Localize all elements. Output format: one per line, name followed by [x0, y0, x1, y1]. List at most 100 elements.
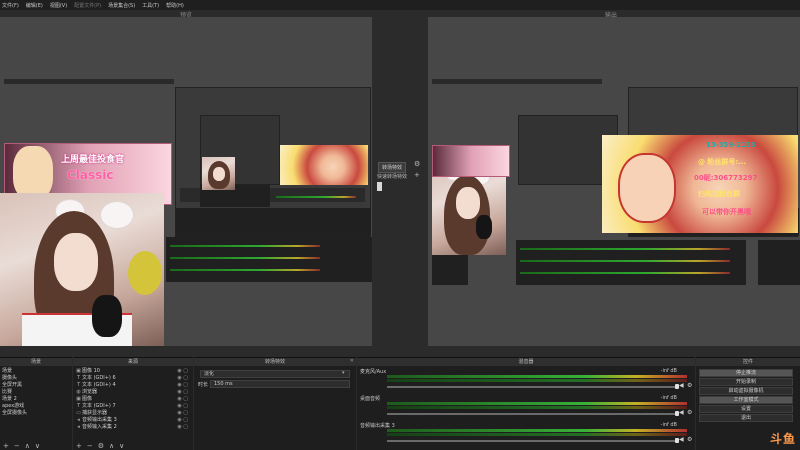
- exit-button[interactable]: 退出: [699, 414, 793, 422]
- menu-help[interactable]: 帮助(H): [166, 2, 184, 9]
- mixer-channel-name: 桌面音频: [360, 396, 381, 402]
- eye-lock-icon[interactable]: ◉ ▢: [177, 375, 188, 382]
- source-properties-button[interactable]: ⚙: [98, 442, 104, 450]
- volume-meter: [387, 433, 687, 436]
- scene-item[interactable]: 比赛: [2, 389, 12, 396]
- source-item[interactable]: ▣图像 10 ◉ ▢: [75, 368, 191, 375]
- menu-bar: 文件(F) 编辑(E) 视图(V) 配置文件(P) 场景集合(S) 工具(T) …: [0, 0, 800, 10]
- menu-scene-collection[interactable]: 场景集合(S): [108, 2, 135, 9]
- speaker-icon[interactable]: ◀: [679, 436, 684, 443]
- move-down-button[interactable]: ∨: [35, 442, 40, 450]
- anime-girl-icon: [13, 146, 53, 200]
- remove-scene-button[interactable]: −: [14, 442, 20, 450]
- scene-item[interactable]: 全屏摄像头: [2, 410, 27, 417]
- source-move-up-button[interactable]: ∧: [109, 442, 114, 450]
- eye-lock-icon[interactable]: ◉ ▢: [177, 396, 188, 403]
- transition-button[interactable]: 转场特效: [378, 162, 407, 173]
- studio-mode-button[interactable]: 工作室模式: [699, 396, 793, 404]
- sources-toolbar: + − ⚙ ∧ ∨: [73, 441, 124, 450]
- volume-meter: [387, 379, 687, 382]
- preview-canvas[interactable]: 上周最佳投食官 Classic: [0, 17, 372, 346]
- eye-lock-icon[interactable]: ◉ ▢: [177, 403, 188, 410]
- start-recording-button[interactable]: 开始录制: [699, 378, 793, 386]
- source-move-down-button[interactable]: ∨: [119, 442, 124, 450]
- eye-lock-icon[interactable]: ◉ ▢: [177, 382, 188, 389]
- menu-file[interactable]: 文件(F): [2, 2, 19, 9]
- text-icon: T: [76, 375, 81, 381]
- transition-select[interactable]: 淡化: [200, 370, 350, 378]
- eye-lock-icon[interactable]: ◉ ▢: [177, 368, 188, 375]
- remove-source-button[interactable]: −: [87, 442, 93, 450]
- gear-icon[interactable]: ⚙: [687, 436, 692, 443]
- move-up-button[interactable]: ∧: [25, 442, 30, 450]
- transition-slider[interactable]: [377, 182, 382, 191]
- scene-item[interactable]: 场景: [2, 368, 12, 375]
- scene-item[interactable]: apex游戏: [2, 403, 24, 410]
- program-webcam: [432, 165, 506, 255]
- gear-icon[interactable]: ⚙: [414, 160, 420, 168]
- mixer-channel-db: -inf dB: [660, 395, 677, 401]
- settings-button[interactable]: 设置: [699, 405, 793, 413]
- start-virtual-camera-button[interactable]: 启动虚拟摄像机: [699, 387, 793, 395]
- nested-art-small: [280, 145, 368, 185]
- source-item[interactable]: ▭捕获显示器 ◉ ▢: [75, 410, 191, 417]
- menu-edit[interactable]: 编辑(E): [26, 2, 43, 9]
- scene-item[interactable]: 场景 2: [2, 396, 17, 403]
- eye-lock-icon[interactable]: ◉ ▢: [177, 410, 188, 417]
- source-item[interactable]: T 文本 (GDI+) 6 ◉ ▢: [75, 375, 191, 382]
- eye-lock-icon[interactable]: ◉ ▢: [177, 417, 188, 424]
- volume-slider[interactable]: [387, 386, 677, 388]
- source-item[interactable]: T 文本 (GDI+) 4 ◉ ▢: [75, 382, 191, 389]
- program-nested-mixer: [516, 240, 746, 285]
- image-icon: ▣: [76, 368, 81, 374]
- speaker-icon[interactable]: ◀: [679, 382, 684, 389]
- add-transition-icon[interactable]: +: [414, 171, 420, 179]
- mixer-title: 混音器: [357, 358, 695, 366]
- scenes-title: 场景: [0, 358, 72, 366]
- duration-input[interactable]: 150 ms: [210, 380, 350, 388]
- eye-lock-icon[interactable]: ◉ ▢: [177, 424, 188, 431]
- volume-meter: [387, 406, 687, 409]
- add-source-button[interactable]: +: [76, 442, 82, 450]
- menu-profile[interactable]: 配置文件(P): [74, 2, 101, 9]
- scene-item[interactable]: 全屏开黑: [2, 382, 22, 389]
- close-icon[interactable]: ✕: [350, 358, 354, 364]
- source-item[interactable]: ◂ 音频输出采集 3 ◉ ▢: [75, 417, 191, 424]
- source-item[interactable]: ▣图像 ◉ ▢: [75, 396, 191, 403]
- menu-tools[interactable]: 工具(T): [142, 2, 159, 9]
- gear-icon[interactable]: ⚙: [687, 409, 692, 416]
- source-item[interactable]: T 文本 (GDI+) 7 ◉ ▢: [75, 403, 191, 410]
- volume-slider[interactable]: [387, 413, 677, 415]
- browser-icon: ◍: [76, 389, 81, 395]
- text-icon: T: [76, 403, 81, 409]
- controls-title: 控件: [696, 358, 800, 366]
- mixer-dock: 混音器 麦克风/Aux -inf dB ◀ ⚙ 桌面音频 -inf dB ◀ ⚙…: [357, 357, 695, 450]
- nested-menubar: [4, 79, 174, 84]
- volume-slider[interactable]: [387, 440, 677, 442]
- gear-icon[interactable]: ⚙: [687, 382, 692, 389]
- scene-item[interactable]: 摄像头: [2, 375, 17, 382]
- speaker-icon[interactable]: ◀: [679, 409, 684, 416]
- quick-transition-label: 快速转场特效: [377, 174, 408, 180]
- speaker-icon: ◂: [77, 417, 80, 423]
- stop-stream-button[interactable]: 停止推流: [699, 369, 793, 377]
- source-item[interactable]: ◍浏览器 ◉ ▢: [75, 389, 191, 396]
- menu-view[interactable]: 视图(V): [50, 2, 67, 9]
- source-item[interactable]: ◂ 音频输入采集 2 ◉ ▢: [75, 424, 191, 431]
- mixer-channel-db: -inf dB: [660, 368, 677, 374]
- scenes-dock: 场景 场景 摄像头 全屏开黑 比赛 场景 2 apex游戏 全屏摄像头 + − …: [0, 357, 72, 450]
- program-banner: [432, 145, 510, 177]
- duration-label: 时长: [198, 382, 209, 388]
- volume-meter: [387, 429, 687, 432]
- speaker-icon: ◂: [77, 424, 80, 430]
- sources-dock: 来源 ▣图像 10 ◉ ▢ T 文本 (GDI+) 6 ◉ ▢ T 文本 (GDI+) …: [73, 357, 193, 450]
- program-canvas: 13-359-2153 @ 粉丝群号:... 00昵:306773297 扫码加…: [428, 17, 800, 346]
- mixer-channel-name: 麦克风/Aux: [360, 369, 387, 375]
- volume-meter: [387, 402, 687, 405]
- add-scene-button[interactable]: +: [3, 442, 9, 450]
- main-webcam: [0, 193, 164, 346]
- sources-title: 来源: [73, 358, 193, 366]
- eye-lock-icon[interactable]: ◉ ▢: [177, 389, 188, 396]
- nested-mixer: [166, 237, 338, 282]
- text-icon: T: [76, 382, 81, 388]
